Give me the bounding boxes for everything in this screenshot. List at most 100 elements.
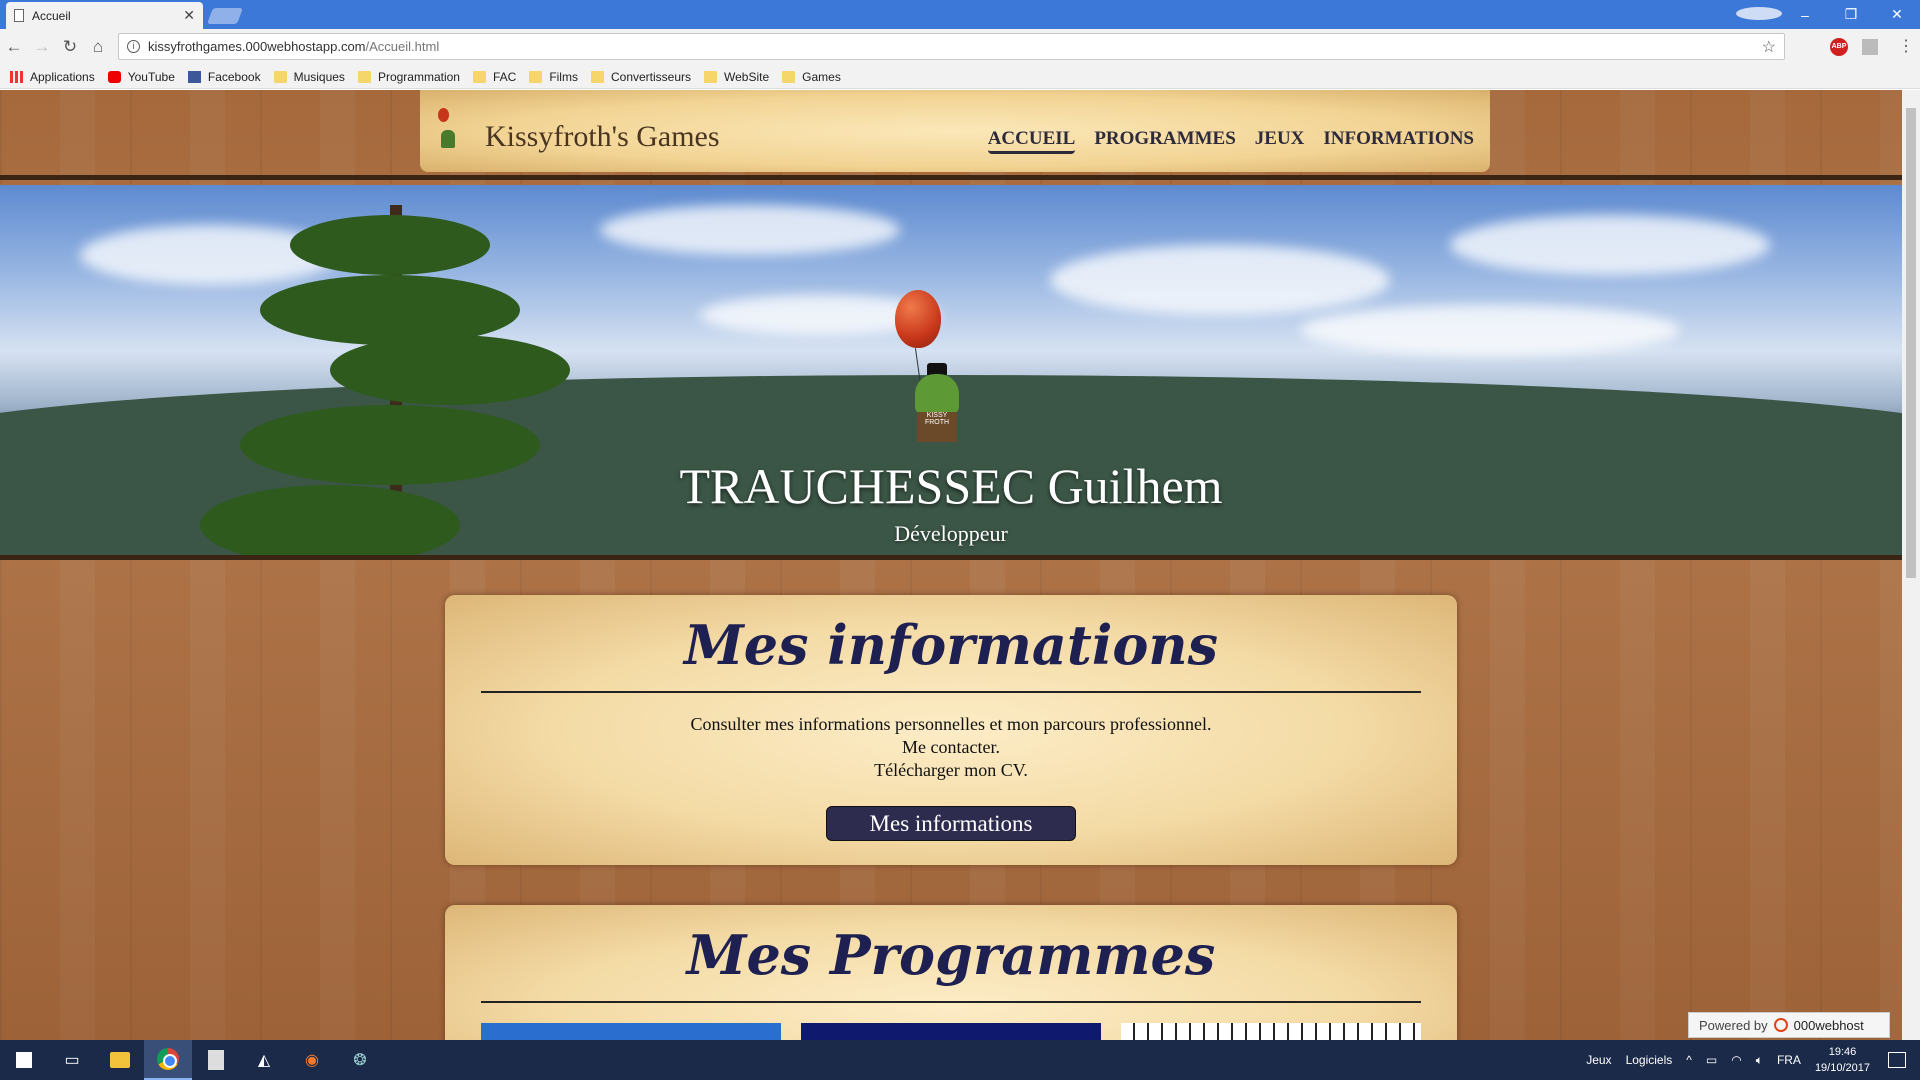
chrome-icon [157,1048,179,1070]
file-explorer-button[interactable] [96,1040,144,1080]
bookmark-label: WebSite [724,69,770,84]
show-hidden-icons[interactable]: ^ [1686,1053,1692,1067]
tab-close-icon[interactable]: ✕ [183,7,195,24]
extension-icon[interactable] [1862,39,1878,55]
nav-informations[interactable]: INFORMATIONS [1323,128,1474,154]
adblock-extension-icon[interactable]: ABP [1830,38,1848,56]
bookmark-films[interactable]: Films [529,70,578,84]
site-info-icon[interactable]: i [127,40,140,53]
mes-informations-button[interactable]: Mes informations [826,806,1076,841]
site-logo-icon[interactable] [432,108,468,158]
minimize-button[interactable]: – [1782,7,1828,23]
nav-programmes[interactable]: PROGRAMMES [1094,128,1235,154]
balloon-icon [438,108,449,122]
program-thumbnails [481,1023,1421,1040]
tree-branch [260,275,520,345]
youtube-icon [107,70,121,83]
bookmark-website[interactable]: WebSite [704,70,769,84]
browser-menu-icon[interactable]: ⋮ [1898,36,1914,56]
powered-prefix: Powered by [1699,1017,1768,1033]
address-bar[interactable]: i kissyfrothgames.000webhostapp.com/Accu… [118,33,1785,60]
app-taskbar-button[interactable]: ❂ [336,1040,384,1080]
bookmarks-bar: Applications YouTube Facebook Musiques P… [0,65,1920,89]
banner-role: Développeur [894,521,1008,546]
bookmark-programmation[interactable]: Programmation [357,70,460,84]
info-card-text: Consulter mes informations personnelles … [445,713,1457,782]
clock-date: 19/10/2017 [1814,1062,1870,1074]
info-line: Me contacter. [902,737,1000,757]
wifi-icon[interactable]: ◠ [1731,1053,1741,1067]
windows-logo-icon [16,1052,32,1068]
bookmark-youtube[interactable]: YouTube [107,69,175,84]
site-title[interactable]: Kissyfroth's Games [485,120,720,154]
folder-icon [782,70,796,83]
program-thumbnail[interactable] [1121,1023,1421,1040]
back-button[interactable]: ← [0,37,28,57]
clock-time: 19:46 [1828,1046,1857,1058]
divider [481,1001,1421,1003]
profile-icon [1736,6,1782,20]
powered-by-badge[interactable]: Powered by 000webhost [1688,1012,1890,1038]
cloud [1050,245,1390,315]
bookmark-label: Games [802,69,841,84]
browser-tab-accueil[interactable]: Accueil ✕ [6,2,203,29]
reload-button[interactable]: ↻ [56,37,84,57]
bookmark-games[interactable]: Games [782,70,841,84]
volume-icon[interactable]: 🔈︎ [1756,1053,1763,1068]
banner-name: TRAUCHESSEC Guilhem [679,458,1223,514]
language-indicator[interactable]: FRA [1777,1053,1801,1067]
bookmark-label: YouTube [127,69,175,84]
calculator-taskbar-button[interactable] [192,1040,240,1080]
restore-button[interactable]: ❐ [1828,6,1874,23]
page-scrollbar[interactable] [1902,90,1920,1040]
url-host: kissyfrothgames.000webhostapp.com [148,39,366,54]
start-button[interactable] [0,1040,48,1080]
close-window-button[interactable]: ✕ [1874,6,1920,23]
program-thumbnail[interactable] [801,1023,1101,1040]
bookmark-facebook[interactable]: Facebook [187,70,261,84]
profile-button[interactable] [1736,6,1782,23]
window-controls: – ❐ ✕ [1736,0,1920,29]
task-view-button[interactable]: ▭ [48,1040,96,1080]
bookmark-fac[interactable]: FAC [472,70,516,84]
bookmark-convertisseurs[interactable]: Convertisseurs [590,69,692,84]
program-thumbnail[interactable] [481,1023,781,1040]
browser-toolbar: ← → ↻ ⌂ i kissyfrothgames.000webhostapp.… [0,29,1920,65]
web-page: Kissyfroth's Games ACCUEIL PROGRAMMES JE… [0,90,1902,1040]
balloon-icon [895,290,941,348]
forward-button[interactable]: → [28,37,56,57]
bookmark-musiques[interactable]: Musiques [273,70,345,84]
cloud [1300,305,1680,355]
programs-card-heading: Mes Programmes [686,923,1216,987]
unity-taskbar-button[interactable]: ◭ [240,1040,288,1080]
toolbar-logiciels[interactable]: Logiciels [1626,1053,1673,1067]
calculator-icon [208,1050,224,1070]
info-card-heading: Mes informations [683,613,1219,677]
url-path: /Accueil.html [365,39,440,54]
info-line: Consulter mes informations personnelles … [690,714,1212,734]
scrollbar-thumb[interactable] [1906,108,1916,578]
nav-jeux[interactable]: JEUX [1255,128,1305,154]
bookmark-applications[interactable]: Applications [10,70,95,84]
toolbar-jeux[interactable]: Jeux [1586,1053,1611,1067]
folder-icon [529,70,543,83]
clock[interactable]: 19:46 19/10/2017 [1815,1044,1870,1076]
battery-icon[interactable]: ▭ [1706,1053,1717,1067]
tree-branch [330,335,570,405]
chrome-taskbar-button[interactable] [144,1040,192,1080]
site-header: Kissyfroth's Games ACCUEIL PROGRAMMES JE… [0,90,1902,180]
home-button[interactable]: ⌂ [84,37,112,57]
folder-icon [590,70,604,83]
nav-accueil[interactable]: ACCUEIL [987,128,1076,154]
hero-banner: KISSY FROTH TRAUCHESSEC Guilhem Développ… [0,185,1902,560]
mascot-pot: KISSY FROTH [917,412,957,442]
tab-title: Accueil [32,8,71,23]
000webhost-logo-icon [1773,1018,1788,1032]
action-center-icon[interactable] [1888,1052,1906,1068]
programs-card: Mes Programmes [445,905,1457,1040]
tree-branch [290,215,490,275]
new-tab-button[interactable] [207,8,243,24]
bookmark-label: Convertisseurs [610,69,692,84]
bookmark-star-icon[interactable]: ☆ [1762,37,1776,57]
blender-taskbar-button[interactable]: ◉ [288,1040,336,1080]
